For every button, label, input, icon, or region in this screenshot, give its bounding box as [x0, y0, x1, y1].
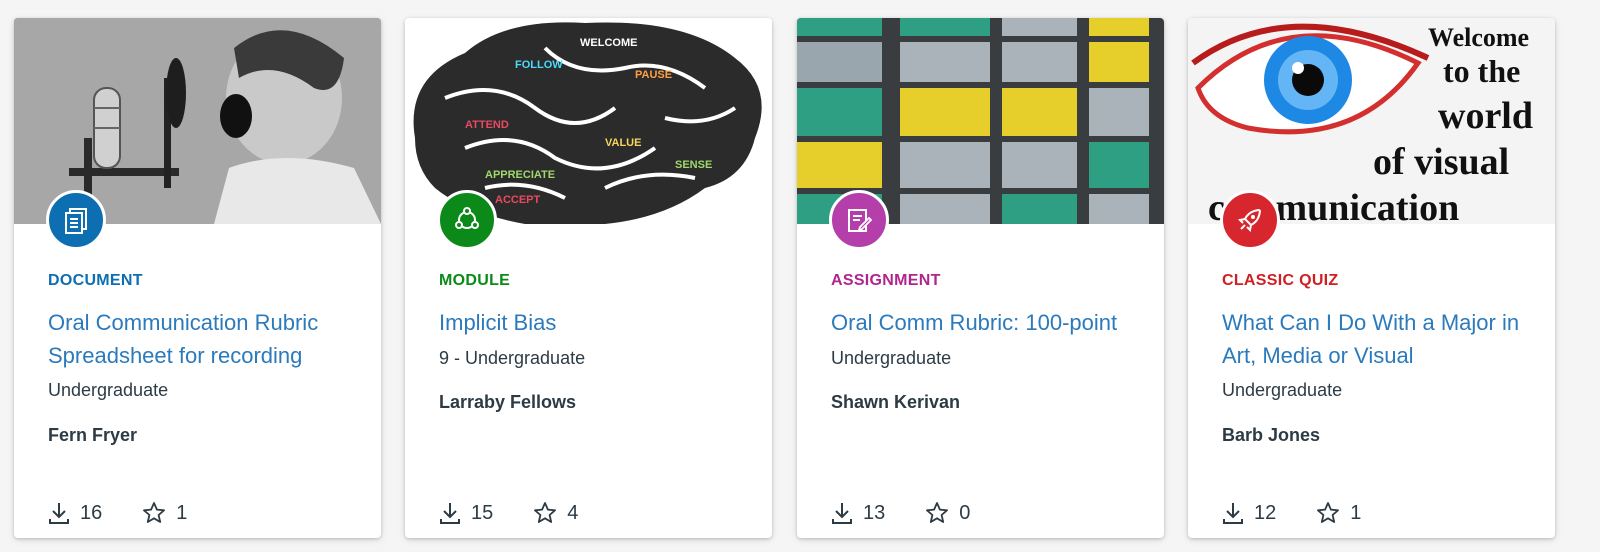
svg-text:APPRECIATE: APPRECIATE: [485, 169, 555, 181]
resource-card-document[interactable]: DOCUMENT Oral Communication Rubric Sprea…: [14, 18, 381, 538]
download-count: 16: [48, 501, 102, 525]
star-icon: [1317, 502, 1340, 523]
assignment-icon: [829, 190, 889, 250]
resource-stats: 12 1: [1222, 498, 1401, 528]
resource-grade-level: 9 - Undergraduate: [439, 348, 586, 368]
download-count: 13: [831, 501, 885, 525]
resource-title-link[interactable]: Oral Communication Rubric Spreadsheet fo…: [48, 306, 348, 372]
svg-text:WELCOME: WELCOME: [580, 37, 637, 49]
rocket-icon: [1220, 190, 1280, 250]
resource-type-label: DOCUMENT: [48, 272, 143, 289]
resource-card-module[interactable]: ATTEND VALUE APPRECIATE PAUSE WELCOME AC…: [405, 18, 772, 538]
star-icon: [926, 502, 949, 523]
thumbnail-text-line-1: Welcome: [1428, 23, 1529, 52]
favorite-count: 0: [925, 501, 970, 525]
resource-stats: 16 1: [48, 498, 227, 528]
resource-title-link[interactable]: What Can I Do With a Major in Art, Media…: [1222, 306, 1522, 372]
favorite-count: 1: [142, 501, 187, 525]
resource-card-assignment[interactable]: ASSIGNMENT Oral Comm Rubric: 100-point U…: [797, 18, 1164, 538]
svg-text:ATTEND: ATTEND: [465, 119, 509, 131]
resource-stats: 15 4: [439, 498, 618, 528]
download-icon: [1223, 503, 1243, 524]
thumbnail-text-line-2: to the: [1443, 53, 1520, 89]
star-icon: [143, 502, 166, 523]
svg-text:SENSE: SENSE: [675, 159, 712, 171]
svg-text:FOLLOW: FOLLOW: [515, 59, 563, 71]
resource-stats: 13 0: [831, 498, 1010, 528]
resource-author[interactable]: Barb Jones: [1222, 425, 1320, 446]
resource-card-grid: DOCUMENT Oral Communication Rubric Sprea…: [0, 0, 1600, 552]
download-icon: [832, 503, 852, 524]
resource-type-label: ASSIGNMENT: [831, 272, 941, 289]
resource-author[interactable]: Larraby Fellows: [439, 392, 576, 413]
resource-author[interactable]: Shawn Kerivan: [831, 392, 960, 413]
resource-title-link[interactable]: Oral Comm Rubric: 100-point: [831, 306, 1131, 339]
download-icon: [440, 503, 460, 524]
resource-type-label: MODULE: [439, 272, 511, 289]
favorite-count: 1: [1316, 501, 1361, 525]
favorite-count-value: 0: [959, 501, 971, 524]
download-icon: [49, 503, 69, 524]
svg-text:ACCEPT: ACCEPT: [495, 194, 541, 206]
download-count-value: 15: [471, 501, 494, 524]
resource-card-classic-quiz[interactable]: Welcome to the world of visual communica…: [1188, 18, 1555, 538]
favorite-count-value: 1: [1350, 501, 1362, 524]
download-count-value: 12: [1254, 501, 1277, 524]
svg-text:VALUE: VALUE: [605, 137, 641, 149]
resource-title-link[interactable]: Implicit Bias: [439, 306, 739, 339]
favorite-count-value: 1: [176, 501, 188, 524]
resource-author[interactable]: Fern Fryer: [48, 425, 137, 446]
download-count-value: 16: [80, 501, 103, 524]
resource-grade-level: Undergraduate: [48, 380, 169, 400]
thumbnail-text-line-3: world: [1438, 95, 1533, 137]
thumbnail-text-line-4: of visual: [1373, 141, 1509, 183]
document-icon: [46, 190, 106, 250]
favorite-count: 4: [533, 501, 578, 525]
download-count: 15: [439, 501, 493, 525]
resource-grade-level: Undergraduate: [831, 348, 952, 368]
svg-text:PAUSE: PAUSE: [635, 69, 672, 81]
download-count-value: 13: [863, 501, 886, 524]
favorite-count-value: 4: [567, 501, 579, 524]
resource-type-label: CLASSIC QUIZ: [1222, 272, 1339, 289]
module-icon: [437, 190, 497, 250]
resource-grade-level: Undergraduate: [1222, 380, 1343, 400]
star-icon: [534, 502, 557, 523]
download-count: 12: [1222, 501, 1276, 525]
